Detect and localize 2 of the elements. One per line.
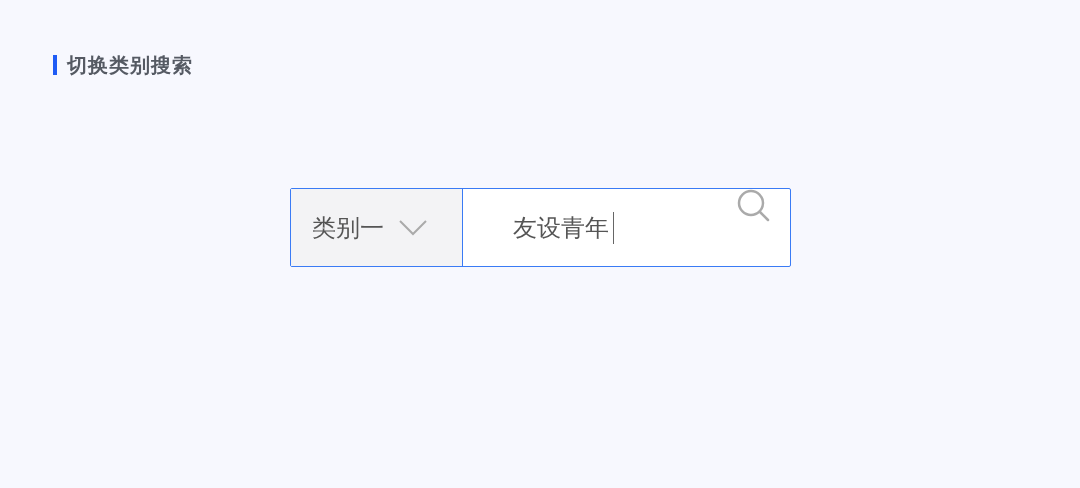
accent-bar xyxy=(53,55,57,75)
section-title: 切换类别搜索 xyxy=(67,51,193,79)
